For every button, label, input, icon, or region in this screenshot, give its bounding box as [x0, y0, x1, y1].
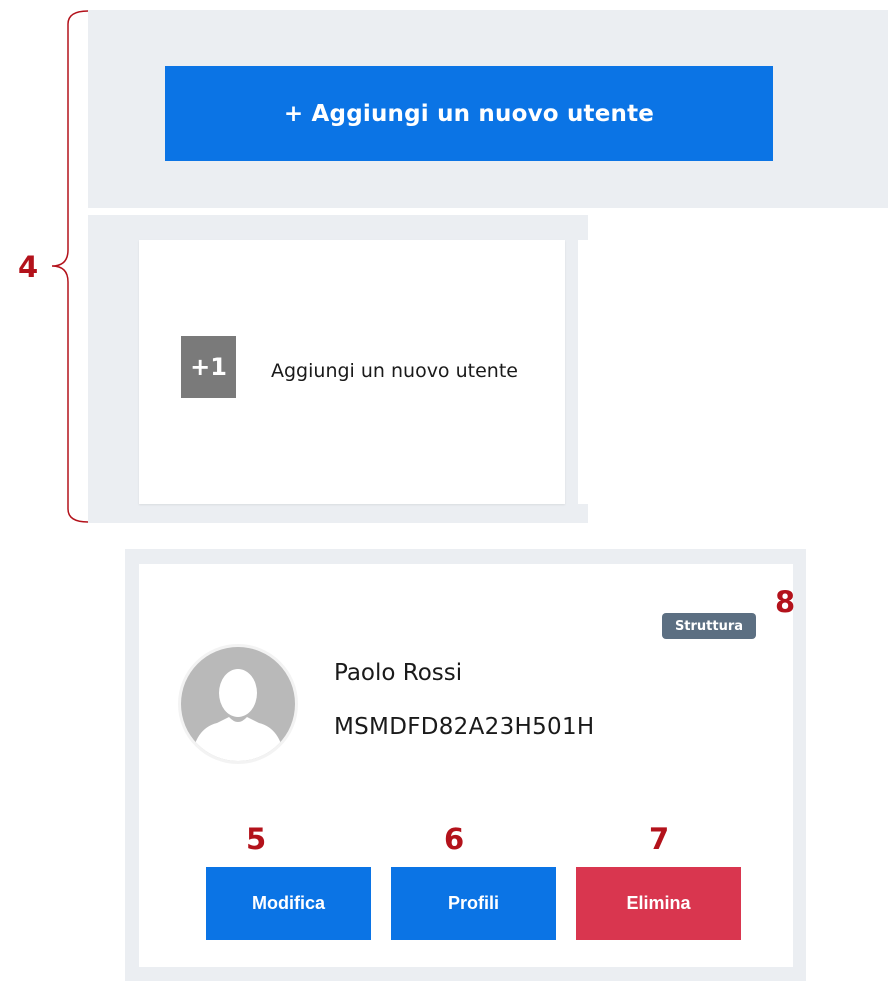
user-fiscal-code: MSMDFD82A23H501H [334, 714, 595, 740]
edit-button[interactable]: Modifica [206, 867, 371, 940]
annotation-number-6: 6 [444, 822, 465, 856]
annotation-number-7: 7 [649, 822, 670, 856]
profiles-button[interactable]: Profili [391, 867, 556, 940]
add-user-button[interactable]: + Aggiungi un nuovo utente [165, 66, 773, 161]
annotation-number-5: 5 [246, 822, 267, 856]
annotation-number-8: 8 [775, 585, 796, 619]
plus-one-icon: +1 [181, 336, 236, 398]
annotation-bracket [51, 10, 89, 523]
add-user-card-label: Aggiungi un nuovo utente [271, 360, 518, 382]
role-badge: Struttura [662, 613, 756, 639]
user-name: Paolo Rossi [334, 660, 463, 686]
next-card-edge [578, 240, 588, 504]
user-avatar-placeholder-icon [178, 644, 298, 764]
annotation-number-4: 4 [18, 250, 39, 284]
delete-button[interactable]: Elimina [576, 867, 741, 940]
